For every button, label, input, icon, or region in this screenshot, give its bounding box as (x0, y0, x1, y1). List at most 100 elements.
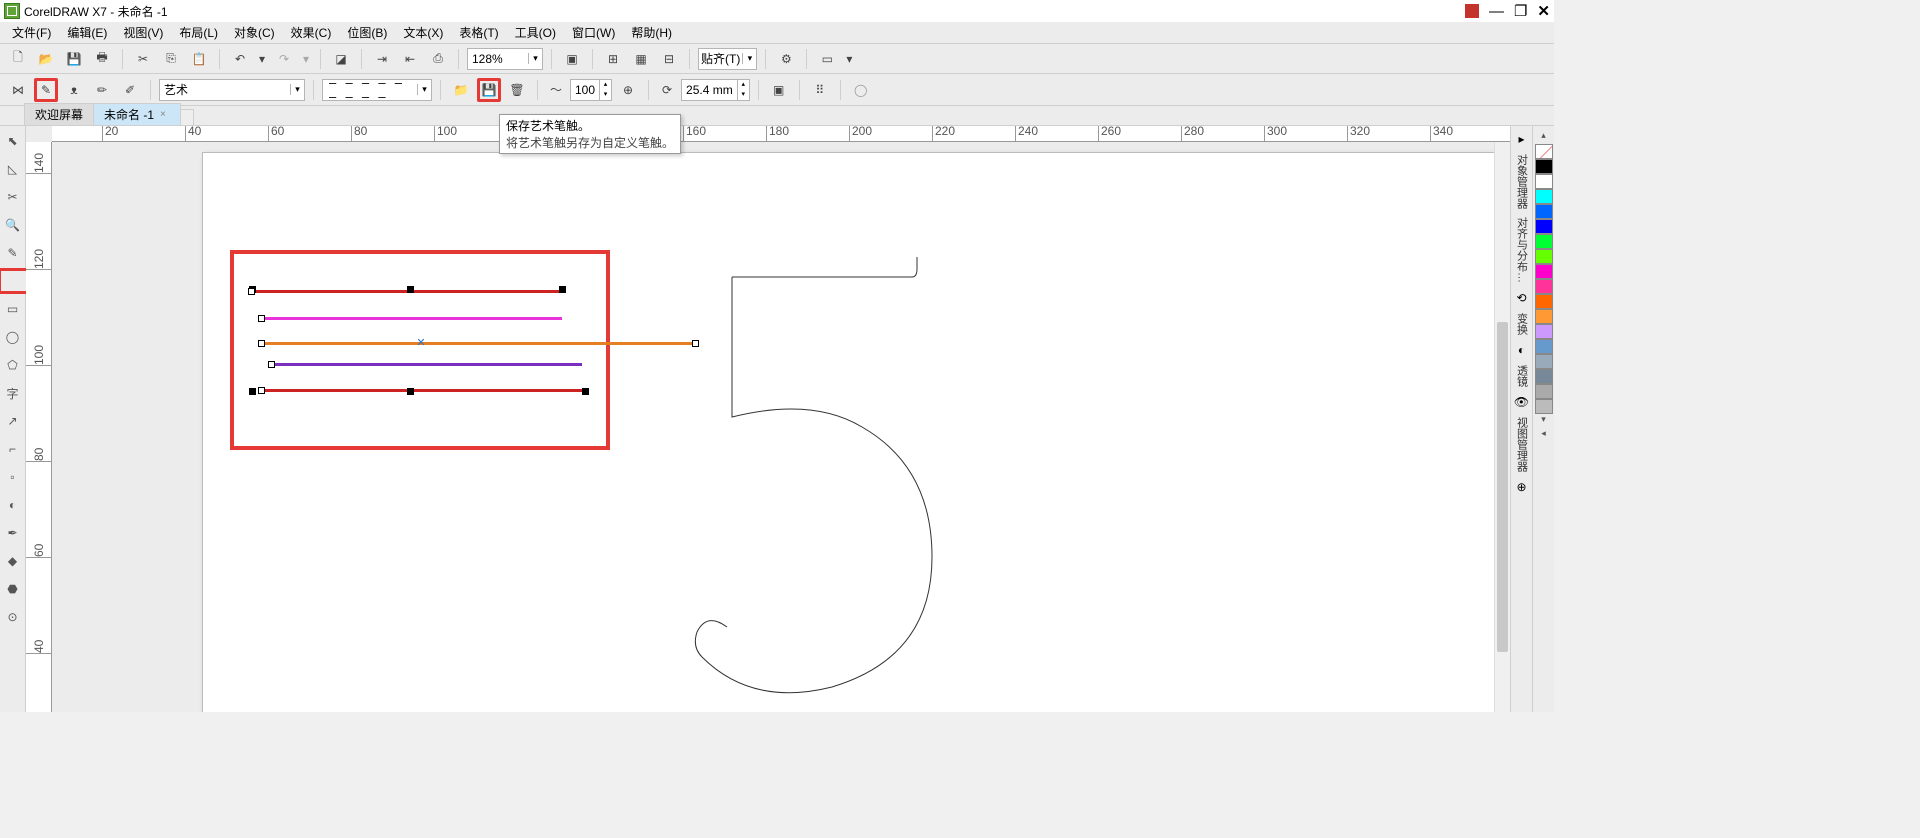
palette-flyout-icon[interactable]: ◂ (1541, 428, 1546, 442)
docker-transform-icon[interactable]: ⟲ (1513, 289, 1531, 307)
zoom-combo[interactable]: ▾ (467, 48, 543, 70)
launch-icon[interactable]: ▭ (815, 47, 839, 71)
selection-handle[interactable] (582, 388, 589, 395)
new-doc-icon[interactable]: 🗋 (6, 47, 30, 71)
menu-effects[interactable]: 效果(C) (283, 23, 340, 43)
artistic-stroke[interactable] (262, 317, 562, 320)
sprayer-icon[interactable]: ᴥ (62, 78, 86, 102)
connector-tool-icon[interactable]: ⌐ (2, 438, 24, 460)
show-rulers-icon[interactable]: ⊞ (601, 47, 625, 71)
scale-stroke-icon[interactable]: ⊕ (616, 78, 640, 102)
stroke-pattern-combo[interactable]: — — — — — — — — — ▾ (322, 79, 432, 101)
eyedropper-tool-icon[interactable]: ✒ (2, 522, 24, 544)
color-swatch[interactable] (1535, 249, 1553, 264)
menu-file[interactable]: 文件(F) (4, 23, 59, 43)
text-tool-icon[interactable]: 字 (2, 382, 24, 404)
color-swatch[interactable] (1535, 354, 1553, 369)
redo-dropdown[interactable]: ▾ (300, 47, 312, 71)
menu-window[interactable]: 窗口(W) (564, 23, 623, 43)
fullscreen-preview-icon[interactable]: ▣ (560, 47, 584, 71)
undo-icon[interactable]: ↶ (228, 47, 252, 71)
search-content-icon[interactable]: ◪ (329, 47, 353, 71)
show-grid-icon[interactable]: ▦ (629, 47, 653, 71)
paste-icon[interactable]: 📋 (187, 47, 211, 71)
tab-welcome[interactable]: 欢迎屏幕 (24, 103, 94, 125)
transparency-tool-icon[interactable]: ◐ (2, 494, 24, 516)
selection-handle[interactable] (407, 286, 414, 293)
zoom-tool-icon[interactable]: 🔍 (2, 214, 24, 236)
ellipse-tool-icon[interactable]: ◯ (2, 326, 24, 348)
selection-handle[interactable] (249, 388, 256, 395)
outline-tool-icon[interactable]: ⊙ (2, 606, 24, 628)
docker-more-icon[interactable]: ⊕ (1513, 478, 1531, 496)
user-indicator-icon[interactable] (1465, 4, 1479, 18)
menu-object[interactable]: 对象(C) (226, 23, 283, 43)
preset-icon[interactable]: ⋈ (6, 78, 30, 102)
width-spinner[interactable]: 25.4 mm▴▾ (681, 79, 750, 101)
smart-fill-tool-icon[interactable]: ⬣ (2, 578, 24, 600)
artistic-stroke[interactable] (272, 363, 582, 366)
wrap-icon[interactable]: ⠿ (808, 78, 832, 102)
pick-tool-icon[interactable]: ⬉ (2, 130, 24, 152)
smoothing-spinner[interactable]: 100▴▾ (570, 79, 612, 101)
menu-tools[interactable]: 工具(O) (507, 23, 564, 43)
maximize-button[interactable]: ❐ (1514, 4, 1527, 19)
tab-close-icon[interactable]: × (160, 110, 170, 120)
menu-edit[interactable]: 编辑(E) (59, 23, 115, 43)
palette-scroll-down-icon[interactable]: ▾ (1541, 414, 1546, 428)
minimize-button[interactable]: — (1489, 4, 1504, 19)
selection-center-icon[interactable]: ✕ (416, 338, 426, 348)
menu-text[interactable]: 文本(X) (395, 23, 451, 43)
zoom-input[interactable] (468, 49, 528, 69)
selection-handle[interactable] (559, 286, 566, 293)
color-swatch[interactable] (1535, 204, 1553, 219)
selection-handle[interactable] (407, 388, 414, 395)
menu-table[interactable]: 表格(T) (451, 23, 506, 43)
close-button[interactable]: ✕ (1537, 4, 1550, 19)
color-swatch[interactable] (1535, 369, 1553, 384)
import-icon[interactable]: ⇥ (370, 47, 394, 71)
node-handle[interactable] (258, 387, 265, 394)
docker-lens[interactable]: 透镜 (1514, 363, 1530, 389)
path-five-shape[interactable] (682, 257, 942, 697)
color-swatch[interactable] (1535, 219, 1553, 234)
stroke-category-input[interactable] (160, 80, 290, 100)
menu-layout[interactable]: 布局(L) (171, 23, 226, 43)
interactive-fill-tool-icon[interactable]: ◆ (2, 550, 24, 572)
docker-view-manager-icon[interactable]: 👁 (1513, 393, 1531, 411)
ruler-vertical[interactable]: 140120100806040 (26, 142, 52, 712)
save-stroke-button[interactable]: 💾 (477, 78, 501, 102)
color-swatch[interactable] (1535, 264, 1553, 279)
browse-icon[interactable]: 📁 (449, 78, 473, 102)
polygon-tool-icon[interactable]: ⬠ (2, 354, 24, 376)
docker-toggle-icon[interactable]: ▸ (1513, 130, 1531, 148)
drop-shadow-tool-icon[interactable]: ▫ (2, 466, 24, 488)
color-swatch[interactable] (1535, 399, 1553, 414)
parallel-dim-tool-icon[interactable]: ↗ (2, 410, 24, 432)
color-swatch[interactable] (1535, 339, 1553, 354)
undo-dropdown[interactable]: ▾ (256, 47, 268, 71)
copy-icon[interactable]: ⎘ (159, 47, 183, 71)
show-guidelines-icon[interactable]: ⊟ (657, 47, 681, 71)
scrollbar-thumb[interactable] (1497, 322, 1508, 652)
stroke-category-combo[interactable]: ▾ (159, 79, 305, 101)
shape-tool-icon[interactable]: ◺ (2, 158, 24, 180)
color-swatch[interactable] (1535, 309, 1553, 324)
menu-view[interactable]: 视图(V) (115, 23, 171, 43)
bounding-icon[interactable]: ▣ (767, 78, 791, 102)
brush-icon[interactable]: ✎ (34, 78, 58, 102)
tab-new-button[interactable] (180, 109, 194, 125)
calligraphic-icon[interactable]: ✏ (90, 78, 114, 102)
swatch-none[interactable] (1535, 144, 1553, 159)
snap-dropdown[interactable]: 贴齐(T)▾ (698, 48, 757, 70)
node-handle[interactable] (258, 315, 265, 322)
canvas[interactable]: ✕ (52, 142, 1554, 712)
color-swatch[interactable] (1535, 159, 1553, 174)
object-props-icon[interactable]: ◯ (849, 78, 873, 102)
rectangle-tool-icon[interactable]: ▭ (2, 298, 24, 320)
options-icon[interactable]: ⚙ (774, 47, 798, 71)
vertical-scrollbar[interactable] (1494, 142, 1510, 712)
docker-object-manager[interactable]: 对象管理器 (1514, 152, 1530, 211)
width-icon[interactable]: ⟳ (657, 78, 677, 102)
cut-icon[interactable]: ✂ (131, 47, 155, 71)
